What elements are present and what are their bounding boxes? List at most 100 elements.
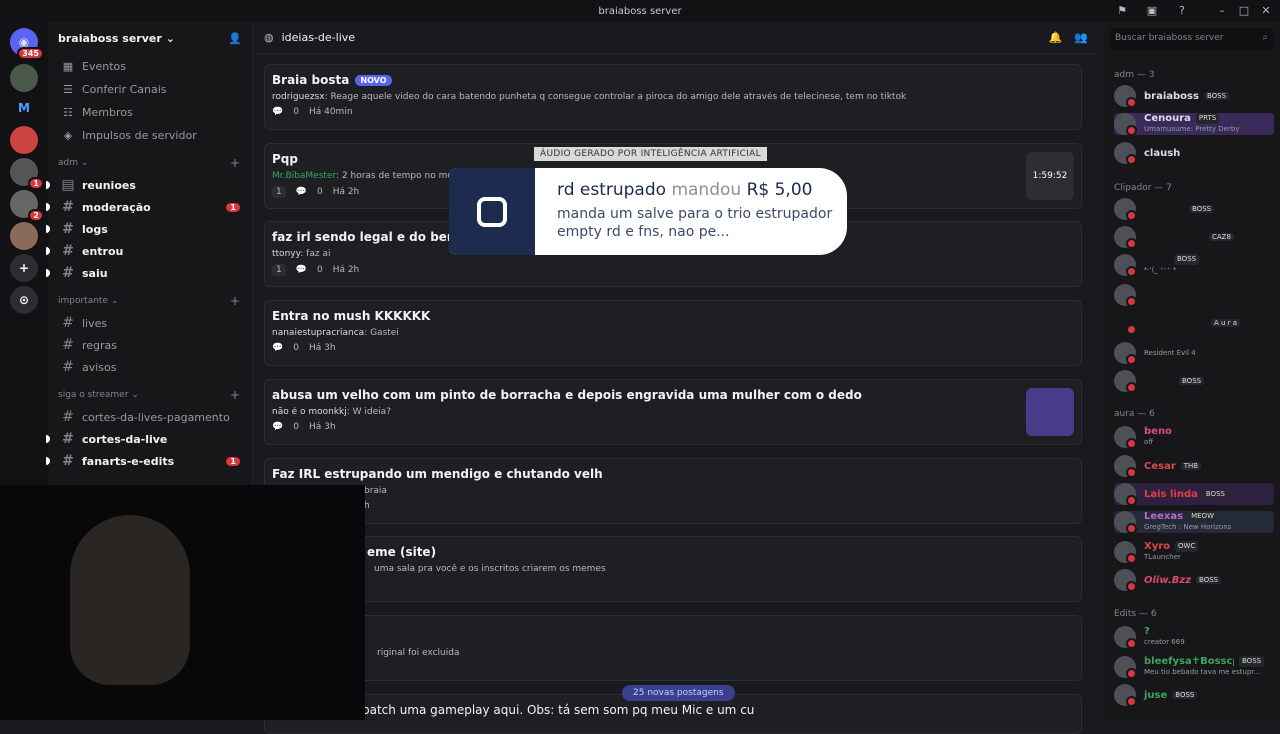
member-status: TLauncher xyxy=(1144,553,1181,561)
member-tag: A u r a xyxy=(1211,319,1241,327)
explore-icon[interactable]: ⊙ xyxy=(10,286,38,314)
close-icon[interactable]: ✕ xyxy=(1258,3,1274,19)
server-name: braiaboss server xyxy=(58,31,162,45)
channel-cortes-pagamento[interactable]: # cortes-da-lives-pagamento xyxy=(48,406,252,428)
post-title: Entra no mush KKKKKK xyxy=(272,309,431,323)
member-item[interactable]: A u r a xyxy=(1114,312,1274,335)
member-item[interactable]: Oliw.Bzz BOSS xyxy=(1114,569,1274,592)
member-item[interactable]: bleefysa✝Bosscp... BOSSMeu tio bebado tav… xyxy=(1114,656,1274,679)
nav-members[interactable]: ☷ Membros xyxy=(48,101,252,123)
member-item[interactable]: ? creator 669 xyxy=(1114,626,1274,649)
nav-browse-channels[interactable]: ☰ Conferir Canais xyxy=(48,78,252,100)
nav-boosts[interactable]: ◈ Impulsos de servidor xyxy=(48,124,252,146)
member-item[interactable]: BOSS *·'(_ ⁺ᵕ⁺ * xyxy=(1114,254,1274,277)
member-item[interactable]: Leexas MEOW GregTech : New Horizons xyxy=(1114,511,1274,534)
channel-label: saiu xyxy=(82,266,108,280)
member-item[interactable]: BOSS xyxy=(1114,370,1274,393)
server-icon[interactable]: 1 xyxy=(10,158,44,190)
member-item[interactable]: CAZ8 xyxy=(1114,226,1274,249)
nav-label: Impulsos de servidor xyxy=(82,128,197,142)
search-input[interactable]: Buscar braiaboss server ⌕ xyxy=(1110,28,1274,50)
channel-label: entrou xyxy=(82,244,124,258)
channel-label: regras xyxy=(82,338,118,352)
post-preview: braia xyxy=(364,486,387,496)
server-header[interactable]: braiaboss server ⌄ 👤 xyxy=(48,22,252,54)
channel-saiu[interactable]: # saiu xyxy=(46,262,252,284)
post-thumbnail[interactable] xyxy=(1026,388,1074,436)
server-icon-m[interactable]: M xyxy=(10,94,38,122)
channel-cortes-da-live[interactable]: # cortes-da-live xyxy=(46,428,252,450)
add-channel-icon[interactable]: + xyxy=(230,388,240,402)
calendar-icon: ▦ xyxy=(62,59,74,73)
bell-icon[interactable]: 🔔 xyxy=(1049,31,1063,44)
forum-post[interactable]: Braia bosta NOVO rodriguezsx: Reage aquel… xyxy=(264,64,1082,130)
member-item[interactable]: Lais linda BOSS xyxy=(1114,483,1274,506)
member-item[interactable]: beno off xyxy=(1114,426,1274,449)
member-item[interactable]: Cesar THB xyxy=(1114,455,1274,478)
member-name: Cenoura xyxy=(1144,113,1191,124)
comment-icon: 💬 xyxy=(295,187,307,197)
member-name: bleefysa✝Bosscp... xyxy=(1144,656,1234,667)
post-thumbnail[interactable]: 1:59:52 xyxy=(1026,152,1074,200)
hash-icon: # xyxy=(62,453,74,469)
forum-post[interactable]: Entra no mush KKKKKK nanaiestupracrianca… xyxy=(264,300,1082,366)
channel-moderacao[interactable]: # moderação 1 xyxy=(46,196,252,218)
category-importante[interactable]: importante ⌄ + xyxy=(48,290,252,312)
screen-icon[interactable]: ▣ xyxy=(1144,3,1160,19)
nav-events[interactable]: ▦ Eventos xyxy=(48,55,252,77)
member-item[interactable]: juse BOSS xyxy=(1114,684,1274,707)
category-adm[interactable]: adm ⌄ + xyxy=(48,152,252,174)
forum-post[interactable]: riginal foi excluida xyxy=(264,615,1082,681)
inbox-icon[interactable]: ⚑ xyxy=(1114,3,1130,19)
add-channel-icon[interactable]: + xyxy=(230,294,240,308)
member-item[interactable]: braiaboss BOSS xyxy=(1114,85,1274,108)
minimize-icon[interactable]: – xyxy=(1214,3,1230,19)
channel-avisos[interactable]: # avisos xyxy=(48,356,252,378)
post-title: eme (site) xyxy=(367,545,437,559)
maximize-icon[interactable]: □ xyxy=(1236,3,1252,19)
server-icon[interactable] xyxy=(10,64,38,92)
channel-regras[interactable]: # regras xyxy=(48,334,252,356)
hash-icon: # xyxy=(62,359,74,375)
channel-lives[interactable]: # lives xyxy=(48,312,252,334)
post-title: Faz IRL estrupando um mendigo e chutando… xyxy=(272,467,603,481)
category-siga-o-streamer[interactable]: siga o streamer ⌄ + xyxy=(48,384,252,406)
reaction[interactable]: 1 xyxy=(272,186,286,198)
channel-entrou[interactable]: # entrou xyxy=(46,240,252,262)
members-toggle-icon[interactable]: 👥 xyxy=(1074,31,1088,44)
channel-logs[interactable]: # logs xyxy=(46,218,252,240)
member-item[interactable]: BOSS xyxy=(1114,198,1274,221)
member-item[interactable]: claush xyxy=(1114,142,1274,165)
help-icon[interactable]: ? xyxy=(1174,3,1190,19)
home-button[interactable]: ◉ 345 xyxy=(10,28,44,60)
reaction[interactable]: 1 xyxy=(272,264,286,276)
channel-label: avisos xyxy=(82,360,117,374)
channel-reunioes[interactable]: ▤ reunioes xyxy=(46,174,252,196)
member-tag: MEOW xyxy=(1188,511,1217,522)
mention-badge: 1 xyxy=(226,202,240,212)
forum-post[interactable]: Faz IRL estrupando um mendigo e chutando… xyxy=(264,458,1082,524)
member-item[interactable] xyxy=(1114,284,1274,307)
member-name: Oliw.Bzz xyxy=(1144,574,1192,586)
member-item[interactable]: Resident Evil 4 xyxy=(1114,342,1274,365)
forum-post[interactable]: abusa um velho com um pinto de borracha … xyxy=(264,379,1082,445)
hash-icon: # xyxy=(62,265,74,281)
channel-title: ideias-de-live xyxy=(281,31,356,44)
donation-amount: R$ 5,00 xyxy=(746,180,813,200)
forum-post[interactable]: eme (site) uma sala pra você e os inscri… xyxy=(264,536,1082,602)
add-channel-icon[interactable]: + xyxy=(230,156,240,170)
member-item[interactable]: Xyro OWC TLauncher xyxy=(1114,541,1274,564)
server-icon[interactable] xyxy=(10,126,38,154)
new-posts-button[interactable]: 25 novas postagens xyxy=(622,685,735,701)
server-icon[interactable] xyxy=(10,222,38,250)
add-server-icon[interactable]: + xyxy=(10,254,38,282)
avatar xyxy=(1114,626,1137,649)
member-item[interactable]: Cenoura PRTS Umamusume: Pretty Derby xyxy=(1114,113,1274,136)
window-title: braiaboss server xyxy=(598,5,682,17)
reaction-count: 1 xyxy=(276,265,282,275)
channel-fanarts-e-edits[interactable]: # fanarts-e-edits 1 xyxy=(46,450,252,472)
donation-message: manda um salve para o trio estrupador em… xyxy=(557,206,833,240)
avatar xyxy=(1114,455,1137,478)
server-icon[interactable]: 2 xyxy=(10,190,44,222)
invite-icon[interactable]: 👤 xyxy=(228,32,242,45)
